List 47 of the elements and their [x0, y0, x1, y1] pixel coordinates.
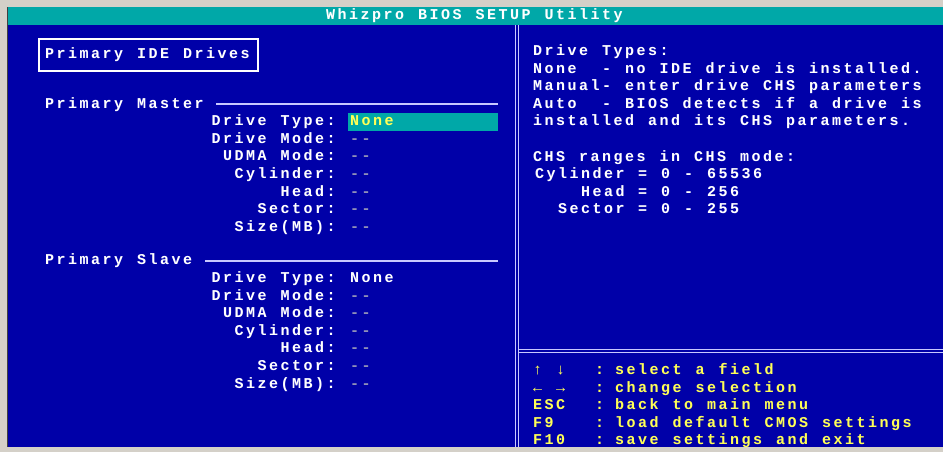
key-name: F10: [533, 432, 569, 450]
field-label: Drive Type:: [210, 113, 338, 131]
help-text: Manual- enter drive CHS parameters: [533, 78, 926, 96]
key-action: load default CMOS settings: [615, 414, 914, 432]
key-separator: :: [595, 397, 608, 415]
field-label: Sector:: [256, 201, 338, 219]
help-text: Drive Types:: [533, 43, 672, 61]
field-value[interactable]: None: [348, 270, 498, 288]
range-value: = 0 - 256: [638, 184, 743, 202]
field-label: UDMA Mode:: [222, 148, 338, 166]
key-separator: :: [595, 380, 608, 398]
field-label: Head:: [279, 340, 338, 358]
field-label: Drive Mode:: [210, 130, 338, 148]
key-separator: :: [595, 432, 608, 450]
field-label: Drive Mode:: [210, 288, 338, 306]
range-name: Sector: [556, 201, 627, 219]
panel-heading: Primary IDE Drives: [38, 38, 260, 72]
field-label: UDMA Mode:: [222, 305, 338, 323]
key-name: F9: [533, 414, 558, 432]
key-action: back to main menu: [615, 397, 812, 415]
field-value[interactable]: None: [348, 113, 498, 131]
section-title: Primary Master: [45, 96, 206, 114]
key-action: change selection: [615, 380, 800, 398]
range-value: = 0 - 65536: [638, 166, 765, 184]
field-label: Size(MB):: [233, 218, 338, 236]
key-name: ← →: [533, 380, 569, 398]
field-label: Head:: [279, 184, 338, 202]
help-text: CHS ranges in CHS mode:: [533, 148, 799, 166]
range-name: Cylinder: [534, 166, 627, 184]
key-action: save settings and exit: [615, 432, 870, 450]
key-separator: :: [595, 362, 608, 380]
help-text: None - no IDE drive is installed.: [533, 60, 926, 78]
help-text: Auto - BIOS detects if a drive is: [533, 96, 926, 114]
field-label: Cylinder:: [233, 166, 338, 184]
key-separator: :: [595, 414, 608, 432]
range-name: Head: [580, 184, 627, 202]
key-name: ↑ ↓: [533, 362, 569, 380]
field-label: Cylinder:: [233, 322, 338, 340]
window-title: Whizpro BIOS SETUP Utility: [8, 7, 943, 25]
key-name: ESC: [533, 397, 569, 415]
key-action: select a field: [615, 362, 778, 380]
range-value: = 0 - 255: [638, 201, 743, 219]
section-title: Primary Slave: [45, 252, 195, 270]
help-text: installed and its CHS parameters.: [533, 113, 914, 131]
field-label: Sector:: [256, 358, 338, 376]
field-label: Drive Type:: [210, 270, 338, 288]
field-label: Size(MB):: [233, 376, 338, 394]
